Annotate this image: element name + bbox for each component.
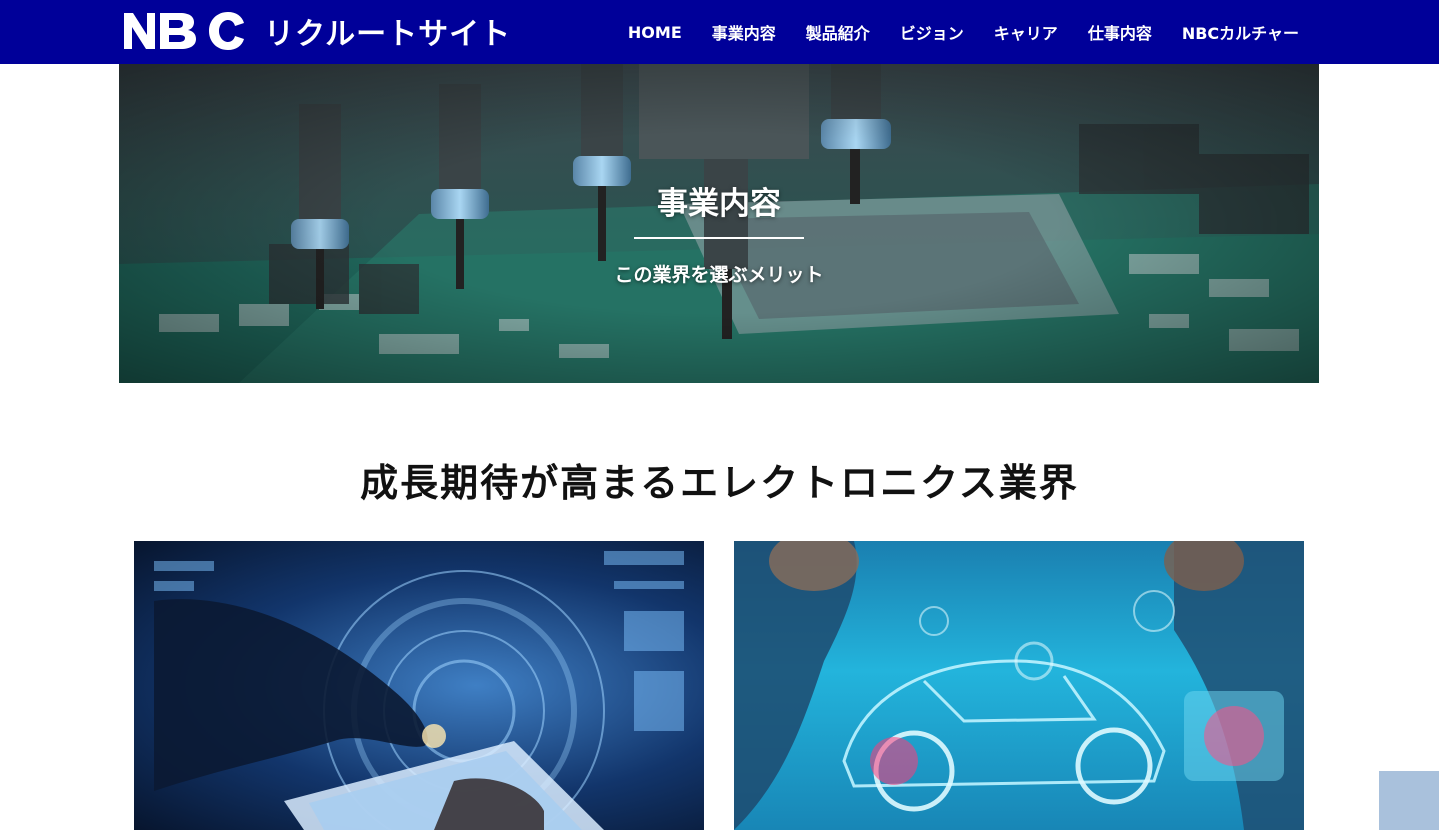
nav-career[interactable]: キャリア [994, 20, 1058, 44]
hero-circuit-image [119, 64, 1319, 383]
site-logo[interactable]: リクルートサイト [122, 8, 511, 54]
nav-culture[interactable]: NBCカルチャー [1182, 20, 1299, 44]
nav-vision[interactable]: ビジョン [900, 20, 964, 44]
main-nav: HOME 事業内容 製品紹介 ビジョン キャリア 仕事内容 NBCカルチャー [628, 0, 1299, 64]
nav-work[interactable]: 仕事内容 [1088, 20, 1152, 44]
hero-banner: 事業内容 この業界を選ぶメリット [119, 64, 1319, 383]
nav-products[interactable]: 製品紹介 [806, 20, 870, 44]
hero-subtitle: この業界を選ぶメリット [614, 264, 824, 286]
tablet-technology-image [154, 551, 684, 830]
card-image-hologram-car [734, 541, 1304, 830]
hero-title: 事業内容 [657, 186, 781, 222]
nav-business[interactable]: 事業内容 [712, 20, 776, 44]
nbc-logo-icon [124, 12, 244, 50]
site-header: リクルートサイト HOME 事業内容 製品紹介 ビジョン キャリア 仕事内容 N… [0, 0, 1439, 64]
hologram-car-image [734, 541, 1304, 830]
card-image-tablet [134, 541, 704, 830]
hero-divider [634, 237, 804, 239]
nav-home[interactable]: HOME [628, 23, 682, 42]
section-heading: 成長期待が高まるエレクトロニクス業界 [360, 461, 1079, 505]
site-name: リクルートサイト [264, 17, 512, 52]
scroll-to-top-button[interactable] [1379, 771, 1439, 830]
